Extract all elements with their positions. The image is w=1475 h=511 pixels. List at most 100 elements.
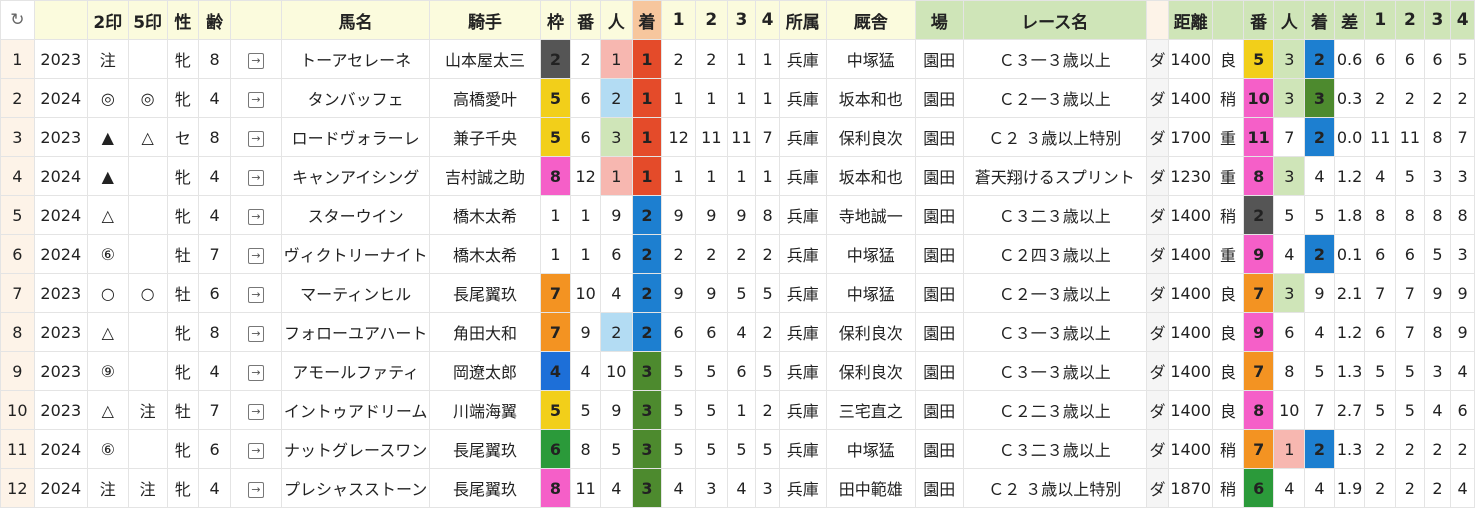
arrow-box-icon[interactable]: →: [247, 365, 264, 381]
mark5-cell: ○: [127, 273, 168, 313]
header-pos2[interactable]: 2: [1395, 0, 1425, 40]
header-distance[interactable]: 距離: [1168, 0, 1214, 40]
link-icon[interactable]: →: [229, 117, 283, 157]
header-finish[interactable]: 着: [631, 0, 663, 40]
table-row[interactable]: 2 2024 ◎ ◎ 牝 4 → タンバッフェ 高橋愛叶 5 6 2 1 1 1 1 1 兵庫 坂本和也 園田 Ｃ２一３…: [0, 78, 1475, 118]
arrow-box-icon[interactable]: →: [247, 209, 264, 225]
table-row[interactable]: 12 2024 注注牝 4 → プレシャスストーン 長尾翼玖 8 11 4 3 4 3 4 3 兵庫 田中範雄園…: [0, 468, 1475, 508]
header-number[interactable]: 番: [570, 0, 601, 40]
arrow-box-icon[interactable]: →: [247, 248, 264, 264]
header-sex[interactable]: 性: [166, 0, 200, 40]
table-row[interactable]: 5 2024 △ 牝 4 → スターウイン 橋木太希 1 1 9 2 9 9 9 8 兵庫 寺地誠一 園田 Ｃ３二３歳…: [0, 195, 1475, 235]
popularity-cell: 4: [599, 273, 633, 313]
header-pos1[interactable]: 1: [1364, 0, 1397, 40]
header-diff[interactable]: 差: [1333, 0, 1366, 40]
header-popularity[interactable]: 人: [599, 0, 633, 40]
link-icon[interactable]: →: [229, 468, 283, 508]
popularity2-cell: 1: [1273, 429, 1306, 469]
header-pos3[interactable]: 3: [1423, 0, 1452, 40]
link-icon[interactable]: →: [229, 273, 283, 313]
corner3-cell: 4: [726, 468, 757, 508]
header-corner2[interactable]: 2: [694, 0, 728, 40]
arrow-box-icon[interactable]: →: [247, 443, 264, 459]
arrow-box-icon[interactable]: →: [247, 404, 264, 420]
header-finish2[interactable]: 着: [1304, 0, 1335, 40]
jockey-cell: 吉村誠之助: [429, 156, 541, 196]
jockey-cell: 山本屋太三: [429, 39, 541, 79]
diff-cell: 2.7: [1333, 390, 1366, 430]
mark2-cell: ⑥: [86, 234, 129, 274]
header-venue[interactable]: 場: [914, 0, 964, 40]
row-number: 9: [0, 351, 35, 391]
header-pos4[interactable]: 4: [1450, 0, 1475, 40]
waku-cell: 4: [539, 351, 572, 391]
link-icon[interactable]: →: [229, 312, 283, 352]
waku-cell: 7: [539, 312, 572, 352]
stable-cell: 兵庫: [778, 39, 827, 79]
table-row[interactable]: 11 2024 ⑥ 牝 6 → ナットグレースワン 長尾翼玖 6 8 5 3 5 5 5 5 兵庫 中塚猛 園田 Ｃ３…: [0, 429, 1475, 469]
arrow-box-icon[interactable]: →: [247, 482, 264, 498]
popularity2-cell: 3: [1273, 39, 1306, 79]
diff-cell: 1.3: [1333, 351, 1366, 391]
table-row[interactable]: 9 2023 ⑨ 牝 4 → アモールファティ 岡遼太郎 4 4 10 3 5 5 6 5 兵庫 保利良次 園田 Ｃ３…: [0, 351, 1475, 391]
header-popularity2[interactable]: 人: [1273, 0, 1306, 40]
header-number2[interactable]: 番: [1242, 0, 1275, 40]
sex-cell: セ: [166, 117, 200, 157]
link-icon[interactable]: →: [229, 156, 283, 196]
link-icon[interactable]: →: [229, 390, 283, 430]
table-row[interactable]: 4 2024 ▲ 牝 4 → キャンアイシング 吉村誠之助 8 12 1 1 1 1 1 1 兵庫 坂本和也 園田蒼…: [0, 156, 1475, 196]
race-name-cell: Ｃ２ ３歳以上特別: [962, 117, 1147, 157]
link-icon[interactable]: →: [229, 39, 283, 79]
trainer-cell: 三宅直之: [825, 390, 916, 430]
link-icon[interactable]: →: [229, 351, 283, 391]
link-icon[interactable]: →: [229, 234, 283, 274]
arrow-box-icon[interactable]: →: [247, 326, 264, 342]
venue-cell: 園田: [914, 390, 964, 430]
arrow-box-icon[interactable]: →: [247, 131, 264, 147]
header-condition: [1212, 0, 1244, 40]
header-race-name[interactable]: レース名: [962, 0, 1147, 40]
popularity2-cell: 5: [1273, 195, 1306, 235]
arrow-box-icon[interactable]: →: [247, 53, 264, 69]
header-horse-name[interactable]: 馬名: [281, 0, 431, 40]
refresh-icon[interactable]: ↻: [0, 0, 35, 40]
header-mark5[interactable]: 5印: [127, 0, 168, 40]
table-row[interactable]: 7 2023 ○ ○ 牡 6 → マーティンヒル 長尾翼玖 7 10 4 2 9 9 5 5 兵庫 中塚猛 園田 Ｃ２一…: [0, 273, 1475, 313]
header-stable[interactable]: 所属: [778, 0, 827, 40]
arrow-box-icon[interactable]: →: [247, 287, 264, 303]
finish-cell: 1: [631, 156, 663, 196]
header-age[interactable]: 齢: [198, 0, 231, 40]
link-icon[interactable]: →: [229, 195, 283, 235]
trainer-cell: 保利良次: [825, 312, 916, 352]
year-cell: 2024: [33, 468, 88, 508]
header-corner3[interactable]: 3: [726, 0, 757, 40]
header-jockey[interactable]: 騎手: [429, 0, 541, 40]
link-icon[interactable]: →: [229, 429, 283, 469]
trainer-cell: 保利良次: [825, 117, 916, 157]
arrow-box-icon[interactable]: →: [247, 92, 264, 108]
corner4-cell: 8: [755, 195, 780, 235]
mark2-cell: 注: [86, 468, 129, 508]
table-row[interactable]: 3 2023 ▲ △ セ 8 → ロードヴォラーレ 兼子千央 5 6 3 1 12 11 11 7 兵庫 保利良次園…: [0, 117, 1475, 157]
finish2-cell: 2: [1304, 39, 1335, 79]
year-cell: 2023: [33, 273, 88, 313]
pos4-cell: 6: [1450, 390, 1475, 430]
table-row[interactable]: 10 2023 △ 注牡 7 → イントゥアドリーム 川端海翼 5 5 9 3 5 5 1 2 兵庫 三宅直之 園田…: [0, 390, 1475, 430]
link-icon[interactable]: →: [229, 78, 283, 118]
header-mark2[interactable]: 2印: [86, 0, 129, 40]
table-row[interactable]: 1 2023 注牝 8 → トーアセレーネ 山本屋太三 2 2 1 1 2 2 1 1 兵庫 中塚猛 園田 Ｃ３一３…: [0, 39, 1475, 79]
header-trainer[interactable]: 厩舎: [825, 0, 916, 40]
condition-cell: 稍: [1212, 468, 1244, 508]
arrow-box-icon[interactable]: →: [247, 170, 264, 186]
pos1-cell: 2: [1364, 468, 1397, 508]
table-row[interactable]: 6 2024 ⑥ 牡 7 → ヴィクトリーナイト 橋木太希 1 1 6 2 2 2 2 2 兵庫 中塚猛 園田 Ｃ２四…: [0, 234, 1475, 274]
waku-cell: 8: [539, 156, 572, 196]
row-number: 10: [0, 390, 35, 430]
header-corner1[interactable]: 1: [661, 0, 696, 40]
number-cell: 11: [570, 468, 601, 508]
table-row[interactable]: 8 2023 △ 牝 8 → フォローユアハート 角田大和 7 9 2 2 6 6 4 2 兵庫 保利良次 園田 Ｃ３…: [0, 312, 1475, 352]
header-waku[interactable]: 枠: [539, 0, 572, 40]
number2-cell: 6: [1242, 468, 1275, 508]
header-corner4[interactable]: 4: [755, 0, 780, 40]
finish2-cell: 9: [1304, 273, 1335, 313]
